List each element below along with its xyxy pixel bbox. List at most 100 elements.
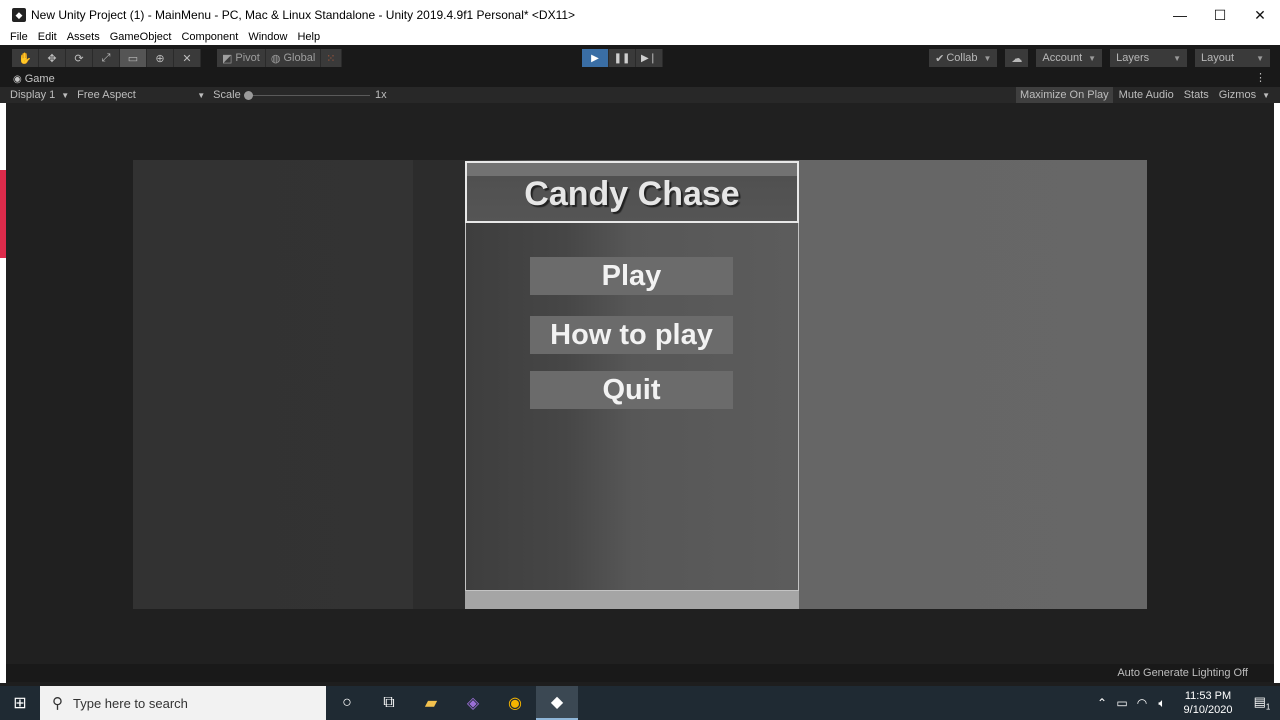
move-tool-icon[interactable]: ✥ xyxy=(39,49,66,67)
how-to-play-button[interactable]: How to play xyxy=(530,316,733,354)
transform-tool-icon[interactable]: ⊕ xyxy=(147,49,174,67)
layout-label: Layout xyxy=(1201,52,1235,64)
system-tray: ⌃ ▭ ◠ 🔈︎ 11:53 PM 9/10/2020 ▤1 xyxy=(1092,686,1280,720)
global-label: Global xyxy=(283,52,316,64)
layers-label: Layers xyxy=(1116,52,1150,64)
scale-slider-track[interactable] xyxy=(246,95,370,96)
play-menu-button[interactable]: Play xyxy=(530,257,733,295)
clock-date: 9/10/2020 xyxy=(1183,704,1233,716)
game-bar-options: Maximize On Play Mute Audio Stats Gizmos… xyxy=(1016,87,1270,103)
window-edge-right xyxy=(1274,103,1280,683)
task-view-icon[interactable]: ⧉ xyxy=(368,686,410,720)
status-bar: Auto Generate Lighting Off xyxy=(6,664,1274,682)
search-placeholder: Type here to search xyxy=(73,695,188,711)
aspect-label: Free Aspect xyxy=(77,89,136,101)
window-title: New Unity Project (1) - MainMenu - PC, M… xyxy=(31,8,576,22)
chevron-up-icon[interactable]: ⌃ xyxy=(1092,696,1112,710)
game-title-box: Candy Chase xyxy=(465,161,799,223)
global-toggle[interactable]: ◍ Global xyxy=(265,49,322,67)
scale-label: Scale xyxy=(213,89,241,101)
scale-value: 1x xyxy=(375,89,387,101)
step-button[interactable]: ▶❘ xyxy=(636,49,663,67)
account-label: Account xyxy=(1042,52,1083,64)
maximize-on-play-toggle[interactable]: Maximize On Play xyxy=(1016,87,1113,103)
pivot-icon: ◩ xyxy=(222,52,233,65)
aspect-dropdown[interactable]: Free Aspect ▼ xyxy=(77,89,205,101)
chevron-down-icon: ▼ xyxy=(983,53,992,63)
snap-toggle[interactable]: ⁙ xyxy=(321,49,342,67)
lighting-status[interactable]: Auto Generate Lighting Off xyxy=(1117,667,1248,679)
menu-panel-footer xyxy=(465,591,799,609)
menu-help[interactable]: Help xyxy=(292,30,325,45)
minimize-button[interactable]: — xyxy=(1160,0,1200,30)
menu-assets[interactable]: Assets xyxy=(62,30,105,45)
globe-icon: ◍ xyxy=(270,52,281,65)
battery-icon[interactable]: ▭ xyxy=(1112,696,1132,710)
chevron-down-icon: ▼ xyxy=(1088,53,1097,63)
menu-component[interactable]: Component xyxy=(176,30,243,45)
toolbar-right: ✔ Collab ▼ ☁ Account ▼ Layers ▼ Layout ▼ xyxy=(929,49,1270,67)
windows-taskbar: ⊞ ⚲ Type here to search ○ ⧉ ▰ ◈ ◉ ◆ ⌃ ▭ … xyxy=(0,686,1280,720)
mute-audio-toggle[interactable]: Mute Audio xyxy=(1115,87,1178,103)
window-title-bar: ◆ New Unity Project (1) - MainMenu - PC,… xyxy=(0,0,1280,30)
close-button[interactable]: ✕ xyxy=(1240,0,1280,30)
system-clock[interactable]: 11:53 PM 9/10/2020 xyxy=(1172,689,1244,717)
edge-highlight xyxy=(0,170,6,258)
chrome-icon[interactable]: ◉ xyxy=(494,686,536,720)
chevron-down-icon: ▼ xyxy=(61,90,70,100)
taskbar-search-input[interactable]: ⚲ Type here to search xyxy=(40,686,326,720)
pivot-toggle[interactable]: ◩ Pivot xyxy=(217,49,266,67)
menu-edit[interactable]: Edit xyxy=(33,30,62,45)
chevron-down-icon: ▼ xyxy=(1256,53,1264,63)
menu-window[interactable]: Window xyxy=(243,30,292,45)
unity-app-icon: ◆ xyxy=(12,8,26,22)
clock-time: 11:53 PM xyxy=(1184,690,1232,702)
play-controls: ▶ ❚❚ ▶❘ xyxy=(582,49,663,67)
notification-icon[interactable]: ▤1 xyxy=(1244,694,1280,712)
scale-tool-icon[interactable]: ⤢ xyxy=(93,49,120,67)
chevron-down-icon: ▼ xyxy=(1173,53,1182,63)
game-tab-header: ◉ Game ⋮ xyxy=(0,71,1280,87)
search-icon: ⚲ xyxy=(52,695,63,712)
windows-start-icon[interactable]: ⊞ xyxy=(0,686,40,720)
quit-button[interactable]: Quit xyxy=(530,371,733,409)
unity-taskbar-icon[interactable]: ◆ xyxy=(536,686,578,720)
maximize-button[interactable]: ☐ xyxy=(1200,0,1240,30)
rotate-tool-icon[interactable]: ⟳ xyxy=(66,49,93,67)
wifi-icon[interactable]: ◠ xyxy=(1132,696,1152,710)
gizmos-toggle[interactable]: Gizmos xyxy=(1215,87,1260,103)
account-dropdown[interactable]: Account ▼ xyxy=(1036,49,1103,67)
chevron-down-icon[interactable]: ▼ xyxy=(1262,91,1270,100)
volume-icon[interactable]: 🔈︎ xyxy=(1152,696,1172,711)
display-label: Display 1 xyxy=(10,89,56,101)
stats-toggle[interactable]: Stats xyxy=(1180,87,1213,103)
collab-dropdown[interactable]: ✔ Collab ▼ xyxy=(929,49,998,67)
menu-file[interactable]: File xyxy=(0,30,33,45)
layers-dropdown[interactable]: Layers ▼ xyxy=(1110,49,1188,67)
layout-dropdown[interactable]: Layout ▼ xyxy=(1195,49,1270,67)
menu-bar: File Edit Assets GameObject Component Wi… xyxy=(0,30,1280,45)
cloud-button[interactable]: ☁ xyxy=(1005,49,1029,67)
game-title: Candy Chase xyxy=(524,174,740,213)
main-toolbar: ✋ ✥ ⟳ ⤢ ▭ ⊕ ✕ ◩ Pivot ◍ Global ⁙ ▶ ❚❚ ▶❘ ✔… xyxy=(0,45,1280,71)
play-button[interactable]: ▶ xyxy=(582,49,609,67)
chevron-down-icon: ▼ xyxy=(197,90,206,100)
custom-tool-icon[interactable]: ✕ xyxy=(174,49,201,67)
visual-studio-icon[interactable]: ◈ xyxy=(452,686,494,720)
menu-gameobject[interactable]: GameObject xyxy=(105,30,177,45)
pause-button[interactable]: ❚❚ xyxy=(609,49,636,67)
transform-tools: ✋ ✥ ⟳ ⤢ ▭ ⊕ ✕ xyxy=(12,49,201,67)
file-explorer-icon[interactable]: ▰ xyxy=(410,686,452,720)
more-options-icon[interactable]: ⋮ xyxy=(1255,71,1266,84)
grid-snap-icon: ⁙ xyxy=(326,52,336,65)
cloud-icon: ☁ xyxy=(1011,52,1023,65)
game-controller-icon: ◉ xyxy=(13,73,22,85)
tab-game[interactable]: Game xyxy=(25,73,55,85)
hand-tool-icon[interactable]: ✋ xyxy=(12,49,39,67)
display-dropdown[interactable]: Display 1 ▼ xyxy=(10,89,69,101)
game-view-bar: Display 1 ▼ Free Aspect ▼ Scale 1x Maxim… xyxy=(0,87,1280,103)
cortana-icon[interactable]: ○ xyxy=(326,686,368,720)
scale-slider-handle[interactable] xyxy=(244,91,253,100)
pivot-group: ◩ Pivot ◍ Global ⁙ xyxy=(217,49,342,67)
rect-tool-icon[interactable]: ▭ xyxy=(120,49,147,67)
